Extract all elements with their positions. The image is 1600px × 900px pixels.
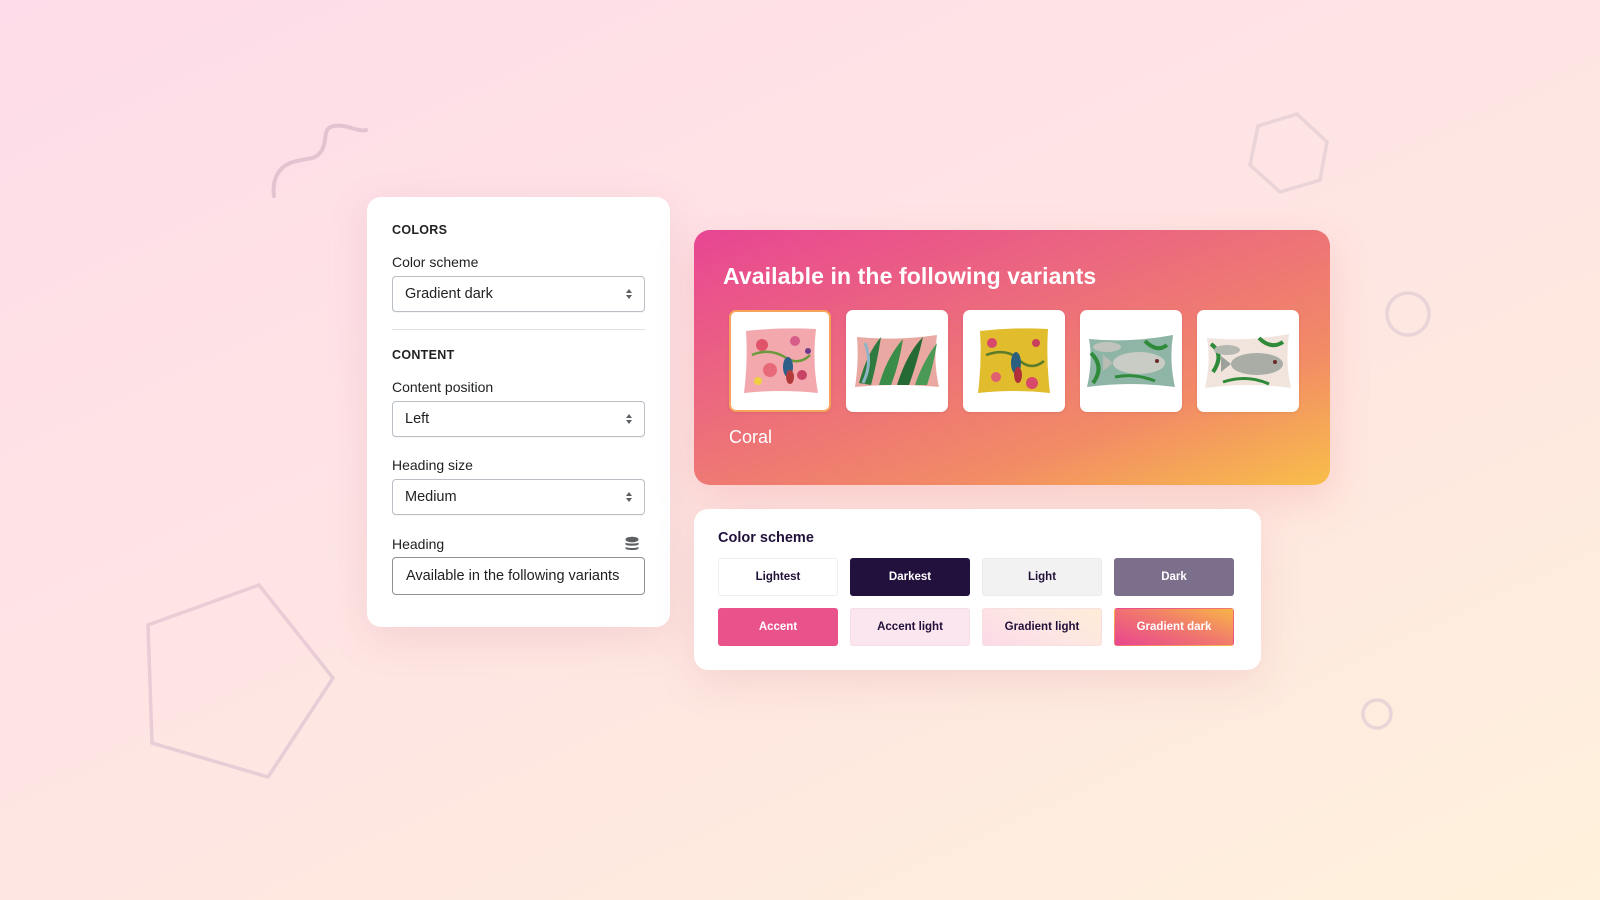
variants-title: Available in the following variants <box>723 263 1097 289</box>
select-arrows-icon <box>625 413 633 425</box>
swatch-darkest[interactable]: Darkest <box>850 558 970 596</box>
variant-thumbnail[interactable] <box>846 310 948 412</box>
content-position-select[interactable]: Left <box>392 401 645 437</box>
heading-size-select[interactable]: Medium <box>392 479 645 515</box>
variant-thumbnail[interactable] <box>1197 310 1299 412</box>
hexagon-shape <box>1248 112 1329 194</box>
database-icon[interactable] <box>624 536 640 552</box>
swatch-dark[interactable]: Dark <box>1114 558 1234 596</box>
cushion-pink-floral-image <box>744 328 818 393</box>
content-section-title: CONTENT <box>392 348 455 362</box>
cushion-yellow-floral-image <box>978 328 1050 393</box>
content-position-value: Left <box>405 411 430 427</box>
section-divider <box>392 329 645 330</box>
color-scheme-value: Gradient dark <box>405 286 493 302</box>
circle-shape-small <box>1361 698 1393 730</box>
color-scheme-swatches: Lightest Darkest Light Dark Accent Accen… <box>718 558 1237 646</box>
swatch-light[interactable]: Light <box>982 558 1102 596</box>
color-scheme-select[interactable]: Gradient dark <box>392 276 645 312</box>
settings-panel: COLORS Color scheme Gradient dark CONTEN… <box>367 197 670 627</box>
heading-input[interactable]: Available in the following variants <box>392 557 645 595</box>
colors-section-title: COLORS <box>392 223 448 237</box>
variants-preview-card: Available in the following variants Cora… <box>694 230 1330 485</box>
color-scheme-label: Color scheme <box>392 254 479 270</box>
heading-label: Heading <box>392 536 445 552</box>
color-scheme-card: Color scheme Lightest Darkest Light Dark… <box>694 509 1261 670</box>
variant-thumbnail[interactable] <box>729 310 831 412</box>
content-position-label: Content position <box>392 379 494 395</box>
cushion-green-leaf-image <box>855 335 939 387</box>
select-arrows-icon <box>625 491 633 503</box>
variant-thumbnail[interactable] <box>1080 310 1182 412</box>
circle-shape-large <box>1385 291 1431 337</box>
cushion-fish-sage-image <box>1087 335 1175 387</box>
swatch-accent-light[interactable]: Accent light <box>850 608 970 646</box>
cushion-fish-cream-image <box>1205 334 1291 388</box>
variant-thumbnails <box>729 310 1301 412</box>
swatch-gradient-dark[interactable]: Gradient dark <box>1114 608 1234 646</box>
color-scheme-title: Color scheme <box>718 530 814 546</box>
selected-variant-name: Coral <box>729 427 773 447</box>
heading-label-row: Heading <box>392 536 645 552</box>
select-arrows-icon <box>625 288 633 300</box>
swatch-lightest[interactable]: Lightest <box>718 558 838 596</box>
pentagon-shape <box>146 582 336 780</box>
swatch-gradient-light[interactable]: Gradient light <box>982 608 1102 646</box>
variant-thumbnail[interactable] <box>963 310 1065 412</box>
heading-input-value: Available in the following variants <box>406 568 620 584</box>
heading-size-value: Medium <box>405 489 457 505</box>
swatch-accent[interactable]: Accent <box>718 608 838 646</box>
squiggle-shape <box>271 123 368 198</box>
heading-size-label: Heading size <box>392 457 473 473</box>
